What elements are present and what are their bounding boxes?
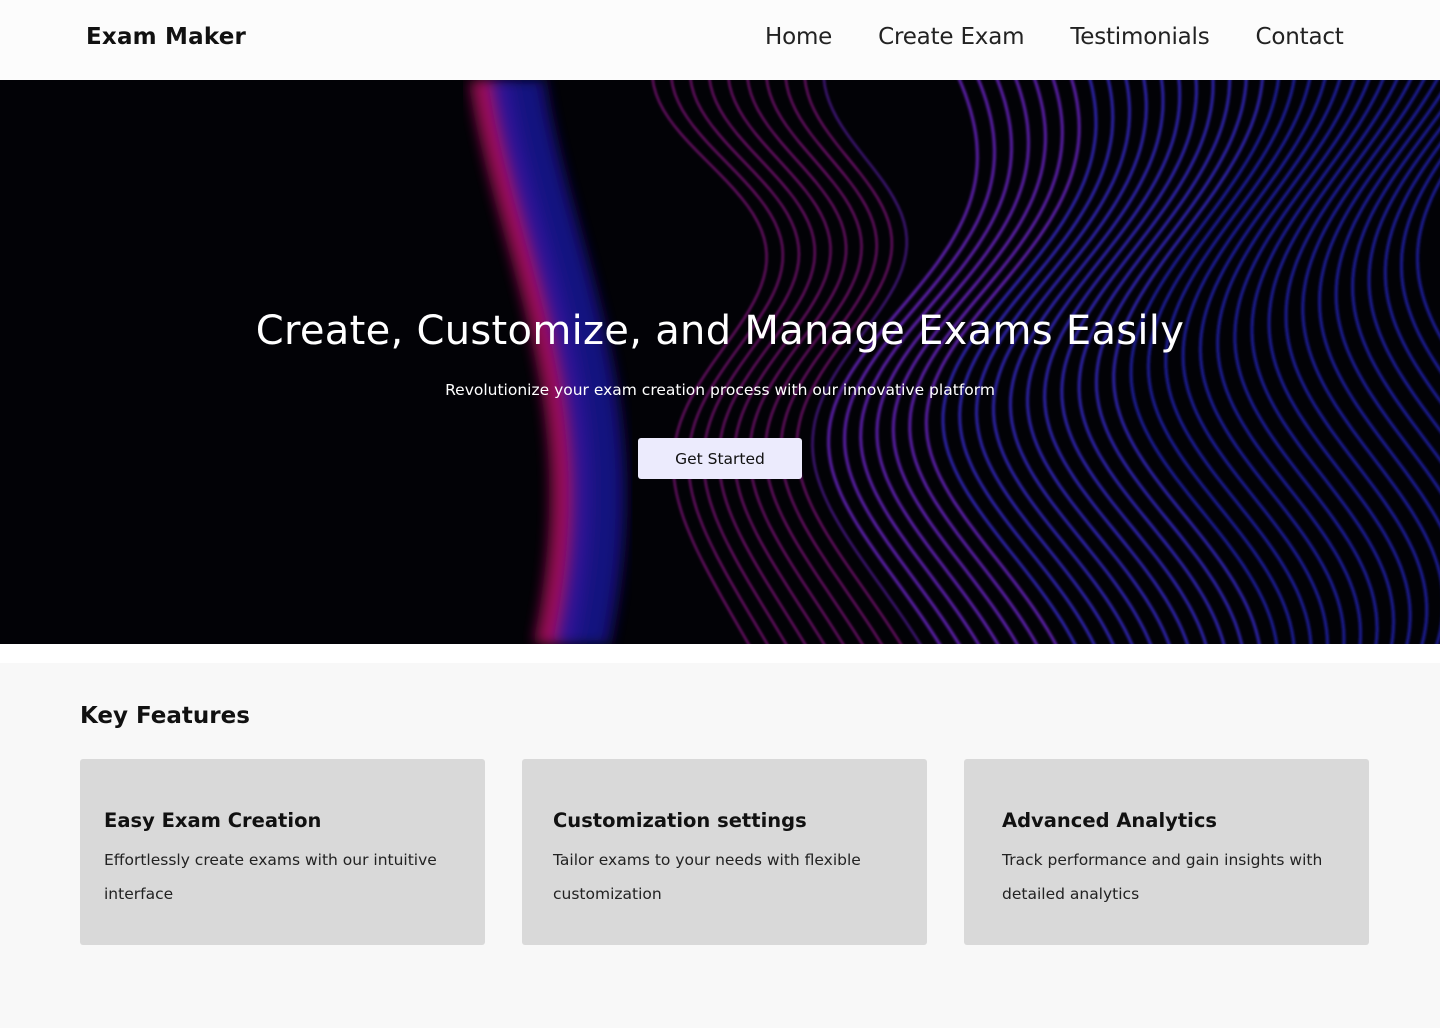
feature-card-description: Tailor exams to your needs with flexible…: [553, 851, 861, 903]
section-divider: [0, 644, 1440, 663]
feature-card-easy-exam-creation: Easy Exam Creation Effortlessly create e…: [80, 759, 485, 945]
nav-contact-link[interactable]: Contact: [1256, 24, 1344, 50]
main-nav: Home Create Exam Testimonials Contact: [765, 24, 1344, 50]
site-header: Exam Maker Home Create Exam Testimonials…: [0, 0, 1440, 80]
feature-card-title: Easy Exam Creation: [104, 809, 322, 832]
nav-home-link[interactable]: Home: [765, 24, 832, 50]
brand-logo[interactable]: Exam Maker: [86, 24, 246, 50]
get-started-button[interactable]: Get Started: [638, 438, 802, 479]
hero-section: Create, Customize, and Manage Exams Easi…: [0, 80, 1440, 644]
feature-card-customization-settings: Customization settings Tailor exams to y…: [522, 759, 927, 945]
features-heading: Key Features: [80, 703, 250, 729]
hero-title: Create, Customize, and Manage Exams Easi…: [255, 308, 1185, 354]
nav-testimonials-link[interactable]: Testimonials: [1070, 24, 1209, 50]
nav-create-exam-link[interactable]: Create Exam: [878, 24, 1024, 50]
feature-card-advanced-analytics: Advanced Analytics Track performance and…: [964, 759, 1369, 945]
feature-card-description: Effortlessly create exams with our intui…: [104, 851, 437, 903]
hero-wave-background: [468, 80, 1440, 644]
feature-card-title: Advanced Analytics: [1002, 809, 1218, 832]
features-section: Key Features Easy Exam Creation Effortle…: [0, 663, 1440, 1028]
feature-card-description: Track performance and gain insights with…: [1002, 851, 1323, 903]
feature-card-title: Customization settings: [553, 809, 807, 832]
hero-subtitle: Revolutionize your exam creation process…: [445, 381, 995, 399]
